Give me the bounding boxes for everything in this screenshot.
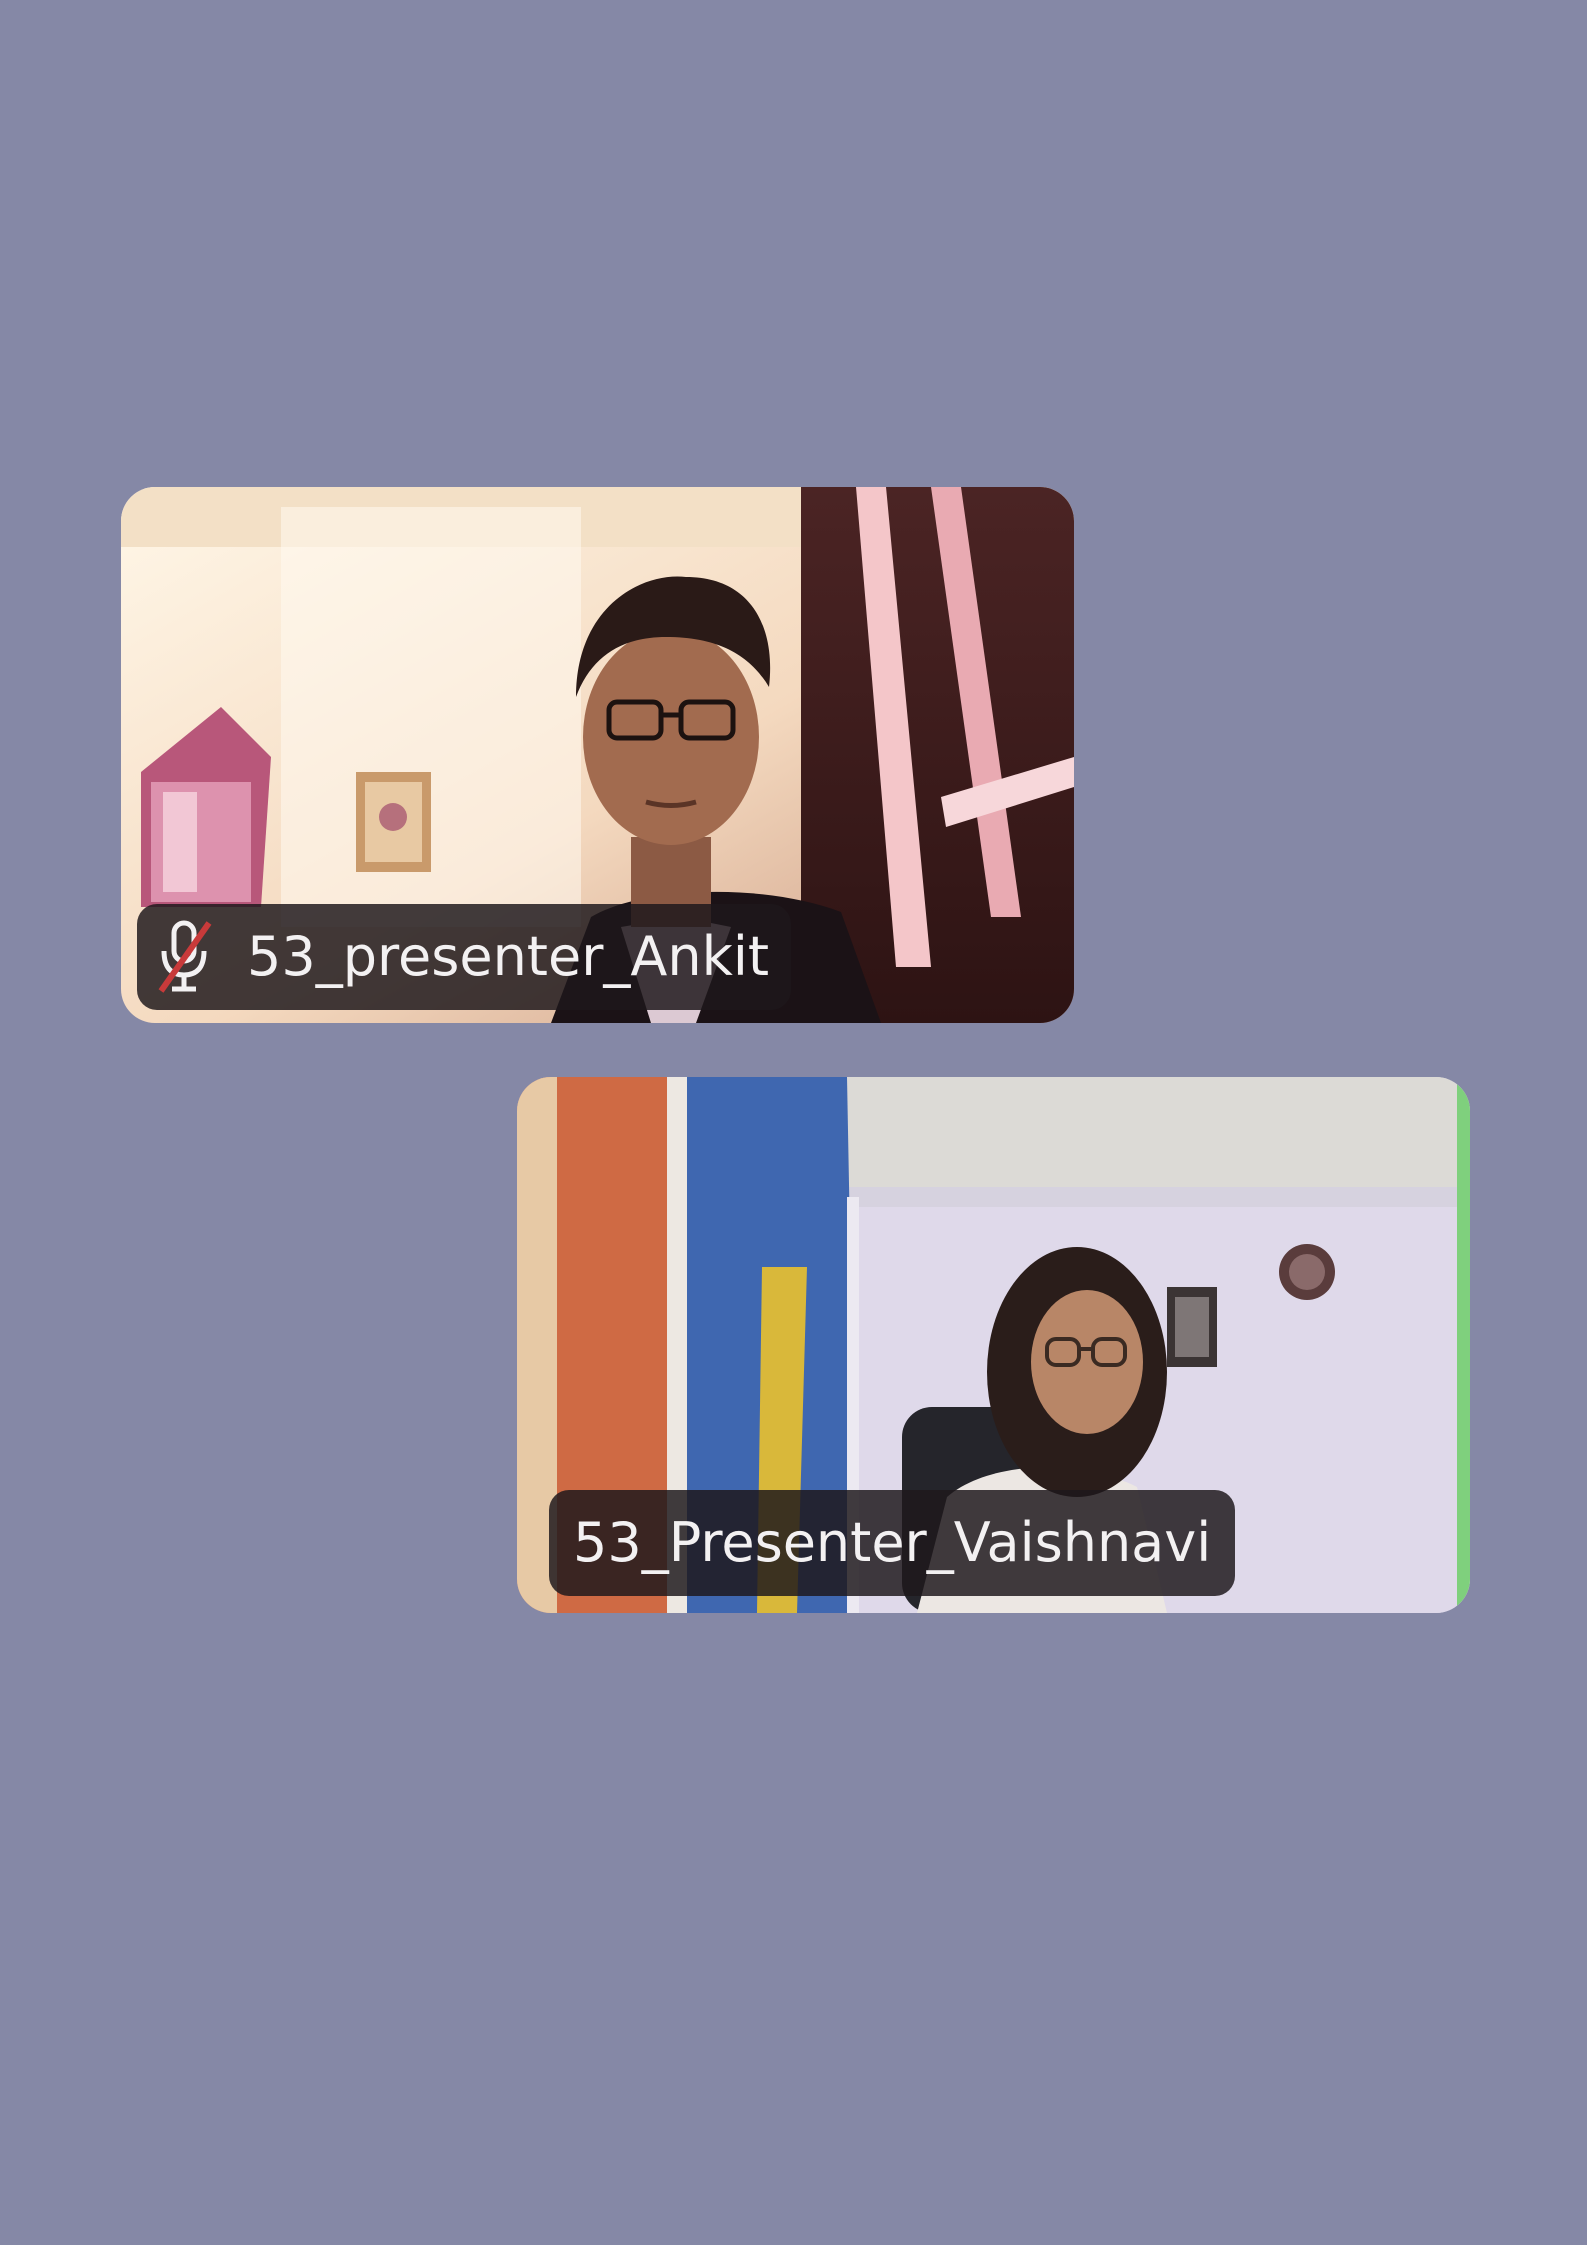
participant-tile-ankit[interactable]: 53_presenter_Ankit (121, 487, 1074, 1023)
participant-name-tag: 53_presenter_Ankit (137, 904, 792, 1010)
participant-name-tag: 53_Presenter_Vaishnavi (549, 1490, 1236, 1596)
participant-name: 53_presenter_Ankit (247, 925, 770, 988)
participant-tile-vaishnavi[interactable]: 53_Presenter_Vaishnavi (517, 1077, 1470, 1613)
mic-muted-icon (155, 919, 213, 995)
participant-name: 53_Presenter_Vaishnavi (573, 1511, 1212, 1574)
